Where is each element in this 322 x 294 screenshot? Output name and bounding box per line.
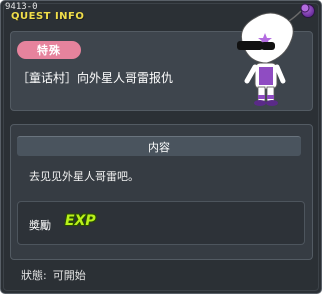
reward-box [17, 201, 305, 245]
quest-info-window: 9413-0 QUEST INFO 特殊 ［童话村］向外星人哥雷报仇 内容 去见… [0, 0, 322, 294]
content-header: 内容 [17, 136, 301, 156]
exp-reward-icon: EXP [65, 213, 96, 229]
reward-label: 奬勵 [29, 219, 51, 232]
quest-name: ［童话村］向外星人哥雷报仇 [17, 71, 174, 85]
quest-type-badge: 特殊 [17, 41, 81, 59]
alien-character-icon [237, 3, 310, 106]
window-title: QUEST INFO [11, 11, 85, 22]
status-value: 可開始 [52, 269, 86, 282]
status-line: 狀態: 可開始 [21, 267, 92, 283]
content-text: 去见见外星人哥雷吧。 [29, 170, 139, 183]
status-label: 狀態: [21, 269, 47, 282]
